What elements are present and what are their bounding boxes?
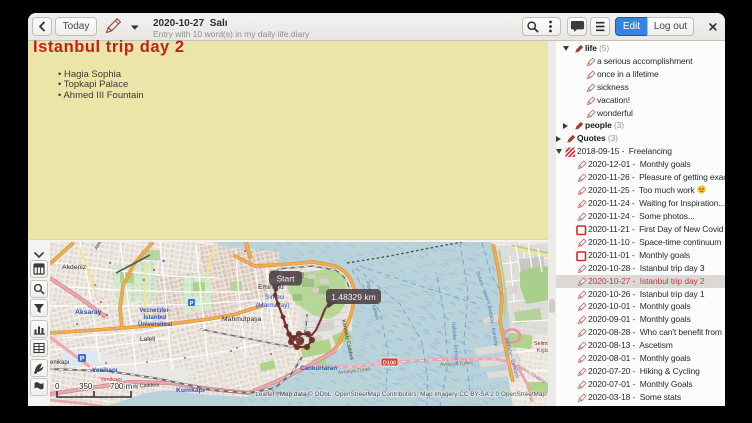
svg-text:Start: Start — [277, 274, 296, 284]
svg-text:(Marmaray): (Marmaray) — [256, 302, 290, 309]
svg-text:350: 350 — [79, 382, 93, 391]
svg-text:Selimiye: Selimiye — [534, 341, 548, 347]
svg-text:P: P — [80, 356, 85, 363]
svg-text:Yenikapı: Yenikapı — [92, 367, 118, 374]
svg-text:Aksaray: Aksaray — [75, 309, 102, 316]
svg-text:Akdeniz: Akdeniz — [62, 264, 87, 271]
svg-text:D100: D100 — [383, 360, 396, 366]
svg-text:Üniversitesi: Üniversitesi — [138, 321, 172, 328]
svg-text:Laleli: Laleli — [140, 336, 155, 343]
svg-text:Kumkapı: Kumkapı — [176, 387, 205, 394]
svg-text:Mahmutpaşa: Mahmutpaşa — [222, 316, 262, 323]
svg-text:enikapı: enikapı — [50, 360, 70, 366]
svg-text:Kışlası: Kışlası — [537, 348, 548, 354]
svg-text:Veznecıler-: Veznecıler- — [139, 308, 170, 314]
svg-text:Leaflet | Map data © ODbL, Ope: Leaflet | Map data © ODbL, OpenStreetMap… — [255, 390, 546, 398]
svg-text:1.48329 km: 1.48329 km — [331, 292, 375, 302]
svg-text:Cankurtaran: Cankurtaran — [300, 365, 337, 372]
svg-text:P: P — [190, 301, 194, 307]
svg-text:0: 0 — [55, 382, 60, 391]
svg-text:Sirkeci: Sirkeci — [265, 294, 285, 301]
svg-text:İstanbul: İstanbul — [143, 314, 166, 321]
svg-text:700 m: 700 m — [110, 382, 133, 391]
